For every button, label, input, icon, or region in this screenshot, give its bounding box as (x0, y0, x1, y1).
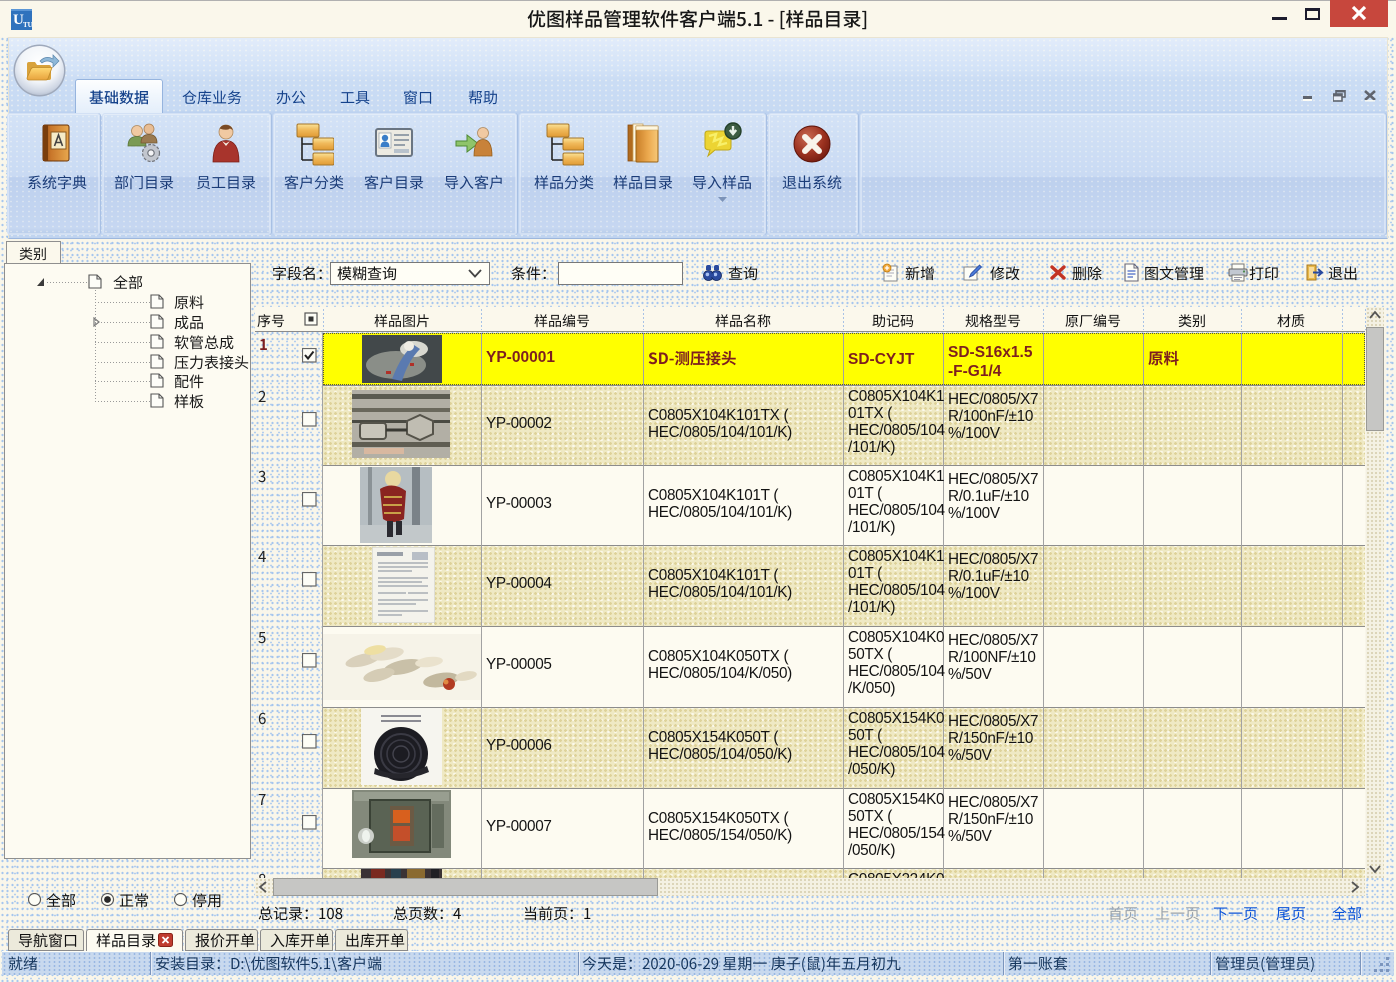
svg-text:TU: TU (23, 21, 32, 29)
